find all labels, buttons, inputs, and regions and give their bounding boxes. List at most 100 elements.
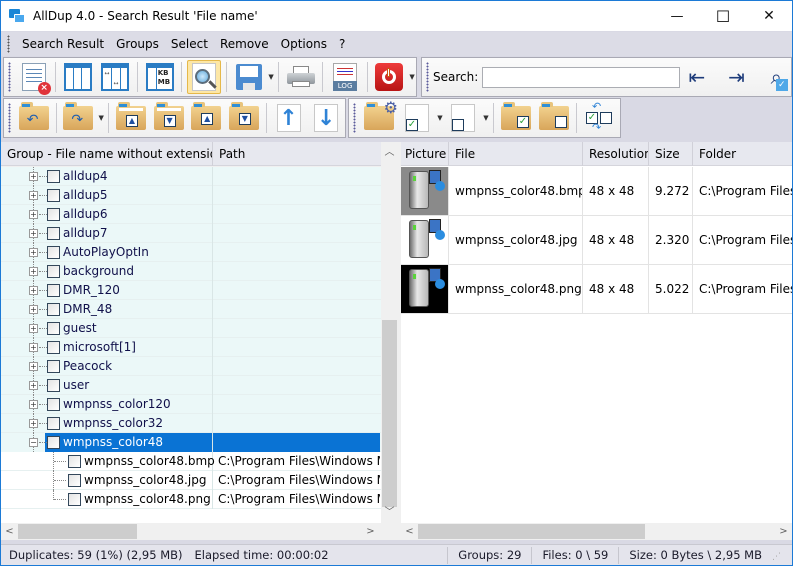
scroll-down-arrow[interactable]: ﹀ [381, 504, 398, 521]
group-checkbox[interactable] [47, 302, 60, 316]
column-header-picture[interactable]: Picture [401, 141, 449, 166]
auto-column-width-button[interactable]: ↔ ↔ [99, 60, 132, 94]
select-files-dropdown-arrow[interactable]: ▼ [436, 114, 444, 122]
tree-vertical-scroll-thumb[interactable] [382, 320, 397, 507]
maximize-button[interactable]: ☐ [700, 1, 746, 31]
deselect-all-groups-button[interactable] [537, 101, 571, 135]
close-search-result-button[interactable]: × [17, 60, 51, 95]
group-checkbox[interactable] [47, 188, 60, 202]
tree-group-row[interactable]: + wmpnss_color120 [1, 394, 381, 414]
expand-icon[interactable]: + [29, 228, 38, 238]
tree-group-row[interactable]: + alldup6 [1, 204, 381, 224]
column-header-group[interactable]: Group - File name without extension [1, 141, 213, 166]
file-checkbox[interactable] [68, 454, 81, 468]
minimize-button[interactable]: — [654, 1, 700, 31]
last-group-button[interactable]: ▼ [152, 101, 186, 135]
group-checkbox[interactable] [47, 321, 60, 335]
preview-row[interactable]: wmpnss_color48.bmp 48 x 48 9.272 C:\Program… [401, 167, 792, 216]
tree-group-row[interactable]: + DMR_48 [1, 299, 381, 319]
group-checkbox[interactable] [47, 416, 60, 430]
group-settings-button[interactable]: ⚙ [362, 98, 398, 135]
preview-row[interactable]: wmpnss_color48.png 48 x 48 5.022 C:\Program… [401, 264, 792, 314]
resize-grip[interactable]: ⋰ [772, 545, 792, 566]
column-header-size[interactable]: Size [649, 141, 693, 166]
preview-row[interactable]: wmpnss_color48.jpg 48 x 48 2.320 C:\Program… [401, 215, 792, 265]
expand-icon[interactable]: + [29, 304, 38, 314]
invert-selection-button[interactable]: ↶ ✓ ↷ [582, 100, 616, 135]
save-dropdown-arrow[interactable]: ▼ [267, 73, 275, 81]
undo-button[interactable]: ↶ [17, 101, 51, 135]
group-checkbox[interactable] [47, 245, 60, 259]
file-checkbox[interactable] [68, 473, 81, 487]
redo-dropdown-arrow[interactable]: ▼ [97, 114, 105, 122]
find-next-button[interactable]: ⇥ [722, 63, 752, 91]
move-up-button[interactable]: ↑ [272, 101, 306, 135]
scroll-right-arrow[interactable]: > [362, 523, 379, 540]
expand-icon[interactable]: + [29, 418, 38, 428]
expand-icon[interactable]: + [29, 266, 38, 276]
move-down-button[interactable]: ↓ [309, 101, 343, 135]
tree-horizontal-scroll-thumb[interactable] [18, 524, 137, 539]
group-checkbox[interactable] [47, 340, 60, 354]
menu-groups[interactable]: Groups [110, 32, 165, 56]
preview-button[interactable] [187, 60, 221, 94]
tree-group-row[interactable]: − wmpnss_color48 [1, 432, 381, 452]
expand-icon[interactable]: + [29, 323, 38, 333]
group-checkbox[interactable] [47, 435, 60, 449]
deselect-files-button[interactable] [446, 101, 480, 135]
group-checkbox[interactable] [47, 359, 60, 373]
select-files-button[interactable]: ✓ [400, 101, 434, 135]
tree-file-row[interactable]: wmpnss_color48.jpg C:\Program Files\Windo… [1, 470, 381, 490]
menu-grip[interactable] [7, 35, 10, 53]
toolbar-grip[interactable] [8, 62, 11, 92]
group-checkbox[interactable] [47, 264, 60, 278]
expand-icon[interactable]: + [29, 209, 38, 219]
previous-group-button[interactable]: ▲ [189, 101, 223, 135]
expand-icon[interactable]: + [29, 342, 38, 352]
tree-group-row[interactable]: + alldup4 [1, 167, 381, 186]
tree-group-row[interactable]: + AutoPlayOptIn [1, 242, 381, 262]
save-button[interactable] [232, 60, 265, 94]
expand-icon[interactable]: + [29, 380, 38, 390]
size-unit-button[interactable]: KB MB [143, 60, 176, 94]
group-checkbox[interactable] [47, 378, 60, 392]
selection-toolbar-grip[interactable] [353, 103, 356, 133]
group-checkbox[interactable] [47, 226, 60, 240]
stop-dropdown-arrow[interactable]: ▼ [408, 73, 416, 81]
find-select-button[interactable]: ⌕ ✓ [761, 63, 791, 91]
preview-horizontal-scrollbar[interactable]: < > [401, 523, 792, 540]
expand-icon[interactable]: + [29, 190, 38, 200]
preview-horizontal-scroll-thumb[interactable] [418, 524, 645, 539]
find-previous-button[interactable]: ⇤ [682, 63, 712, 91]
scroll-left-arrow[interactable]: < [401, 523, 418, 540]
tree-vertical-scrollbar[interactable]: ︿ ﹀ [381, 142, 398, 523]
search-toolbar-grip[interactable] [426, 62, 429, 92]
tree-group-row[interactable]: + guest [1, 318, 381, 338]
tree-file-row[interactable]: wmpnss_color48.bmp C:\Program Files\Windo… [1, 451, 381, 471]
tree-group-row[interactable]: + alldup7 [1, 223, 381, 243]
select-all-groups-button[interactable]: ✓ [499, 101, 533, 135]
tree-group-row[interactable]: + user [1, 375, 381, 395]
menu-remove[interactable]: Remove [214, 32, 275, 56]
tree-file-row[interactable]: wmpnss_color48.png C:\Program Files\Windo… [1, 489, 381, 509]
column-header-resolution[interactable]: Resolution [583, 141, 649, 166]
group-checkbox[interactable] [47, 283, 60, 297]
scroll-up-arrow[interactable]: ︿ [381, 144, 398, 161]
tree-group-row[interactable]: + DMR_120 [1, 280, 381, 300]
nav-toolbar-grip[interactable] [8, 103, 11, 133]
expand-icon[interactable]: + [29, 361, 38, 371]
expand-icon[interactable]: + [29, 399, 38, 409]
tree-group-row[interactable]: + wmpnss_color32 [1, 413, 381, 433]
next-group-button[interactable]: ▼ [227, 101, 261, 135]
group-checkbox[interactable] [47, 397, 60, 411]
stop-button[interactable] [373, 60, 406, 94]
tree-group-row[interactable]: + Peacock [1, 356, 381, 376]
menu-search-result[interactable]: Search Result [16, 32, 110, 56]
column-header-folder[interactable]: Folder [693, 142, 792, 166]
deselect-files-dropdown-arrow[interactable]: ▼ [482, 114, 490, 122]
first-group-button[interactable]: ▲ [114, 101, 148, 135]
file-checkbox[interactable] [68, 492, 81, 506]
log-button[interactable]: LOG [328, 60, 361, 94]
columns-button[interactable] [61, 60, 94, 94]
menu-select[interactable]: Select [165, 32, 214, 56]
